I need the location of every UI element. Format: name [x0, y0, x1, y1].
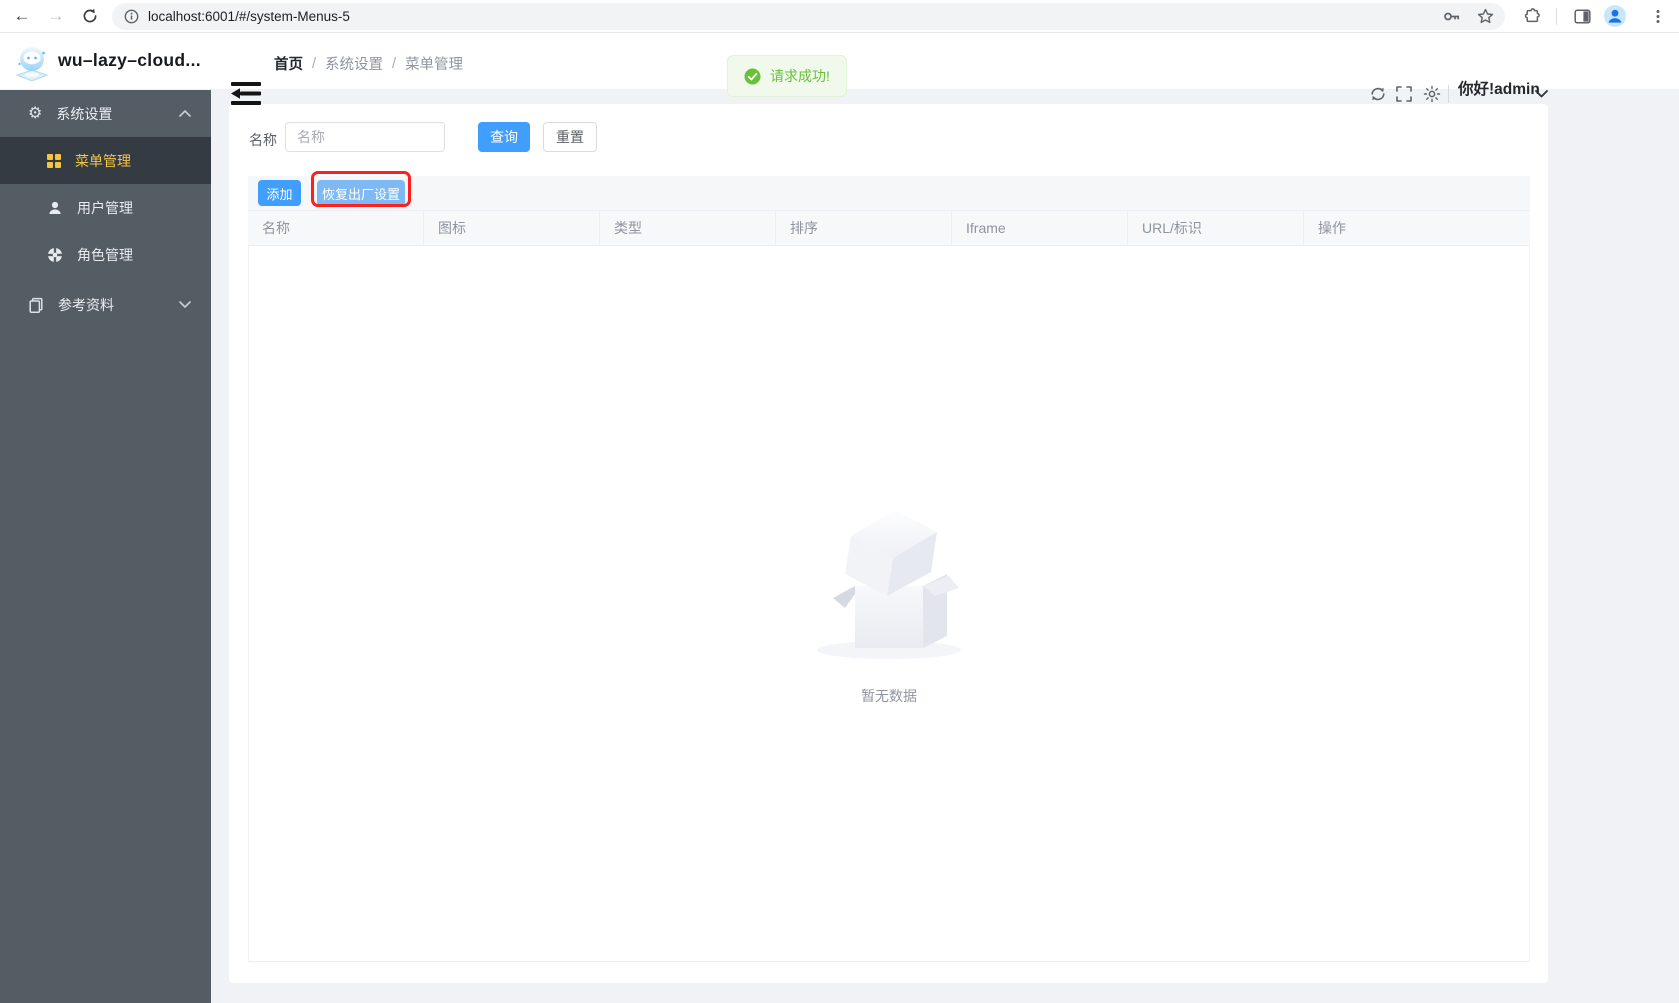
column-header-iframe: Iframe — [952, 211, 1128, 245]
browser-reload-button[interactable] — [78, 4, 102, 28]
sidebar-item-role-management[interactable]: 角色管理 — [0, 231, 211, 278]
sidebar-item-label: 菜单管理 — [75, 152, 131, 169]
extensions-icon[interactable] — [1524, 8, 1541, 25]
user-icon — [49, 201, 61, 214]
breadcrumb-menu-management[interactable]: 菜单管理 — [405, 53, 463, 74]
profile-avatar[interactable] — [1604, 5, 1626, 27]
user-menu[interactable]: 你好!admin — [1458, 77, 1540, 99]
reload-icon — [83, 8, 97, 23]
browser-menu-icon[interactable] — [1650, 8, 1666, 25]
column-header-icon: 图标 — [424, 211, 600, 245]
sidebar-group-reference[interactable]: 参考资料 — [0, 281, 211, 328]
password-key-icon[interactable] — [1443, 8, 1461, 25]
refresh-icon[interactable] — [1369, 85, 1387, 103]
column-header-url: URL/标识 — [1128, 211, 1304, 245]
side-panel-icon[interactable] — [1574, 8, 1591, 25]
empty-state: 暂无数据 — [804, 500, 974, 706]
column-header-name: 名称 — [248, 211, 424, 245]
table-header-row: 名称 图标 类型 排序 Iframe URL/标识 操作 — [248, 210, 1530, 246]
reset-button[interactable]: 重置 — [543, 122, 597, 152]
breadcrumb-home[interactable]: 首页 — [274, 53, 303, 74]
fullscreen-icon[interactable] — [1396, 86, 1412, 102]
table-toolbar: 添加 恢复出厂设置 — [248, 176, 1530, 210]
sidebar-group-label: 系统设置 — [56, 105, 113, 122]
segments-icon — [47, 246, 63, 263]
sidebar: ⚙ 系统设置 菜单管理 用户管理 角色管理 参考资料 — [0, 90, 211, 1003]
app-title: wu–lazy–cloud... — [58, 50, 201, 70]
empty-box-illustration — [817, 510, 961, 659]
sidebar-group-label: 参考资料 — [58, 296, 114, 313]
browser-toolbar: ← → localhost:6001/#/system-Menus-5 — [0, 0, 1679, 33]
user-greeting-text: 你好!admin — [1458, 81, 1540, 98]
address-bar[interactable]: localhost:6001/#/system-Menus-5 — [112, 3, 1505, 30]
toolbar-divider — [1556, 8, 1557, 25]
chevron-down-icon[interactable] — [1535, 90, 1548, 98]
theme-sun-icon[interactable] — [1423, 85, 1441, 103]
sidebar-item-label: 用户管理 — [77, 199, 133, 216]
content-card: 名称 查询 重置 添加 恢复出厂设置 名称 图标 类型 排序 Iframe UR… — [229, 104, 1548, 983]
grid-icon — [47, 153, 61, 168]
sidebar-item-user-management[interactable]: 用户管理 — [0, 184, 211, 231]
empty-text: 暂无数据 — [861, 688, 917, 704]
bookmark-star-icon[interactable] — [1477, 8, 1494, 25]
search-label: 名称 — [249, 132, 277, 148]
factory-reset-button[interactable]: 恢复出厂设置 — [317, 180, 405, 206]
collapse-menu-icon[interactable] — [231, 82, 261, 105]
gear-icon: ⚙ — [28, 104, 43, 122]
toast-message: 请求成功! — [770, 68, 830, 84]
table-body: 暂无数据 — [248, 246, 1530, 962]
column-header-actions: 操作 — [1318, 220, 1346, 236]
documents-icon — [29, 297, 43, 313]
breadcrumb-system-settings[interactable]: 系统设置 — [325, 53, 383, 74]
add-button[interactable]: 添加 — [258, 180, 301, 206]
chevron-down-icon — [179, 301, 191, 308]
breadcrumb-separator: / — [392, 55, 397, 72]
column-header-sort: 排序 — [776, 211, 952, 245]
breadcrumb-separator: / — [312, 55, 317, 72]
sidebar-group-system-settings[interactable]: ⚙ 系统设置 — [0, 90, 211, 137]
sidebar-item-label: 角色管理 — [77, 246, 133, 263]
url-text[interactable]: localhost:6001/#/system-Menus-5 — [148, 3, 350, 30]
column-header-type: 类型 — [600, 211, 776, 245]
success-check-icon — [744, 68, 761, 84]
browser-back-button[interactable]: ← — [10, 4, 34, 28]
header-divider — [1448, 85, 1449, 103]
breadcrumb: 首页 / 系统设置 / 菜单管理 — [274, 53, 463, 74]
info-icon[interactable] — [124, 9, 139, 24]
app-logo — [15, 47, 49, 82]
search-input[interactable] — [285, 122, 445, 152]
person-icon — [1608, 9, 1622, 23]
sidebar-item-menu-management[interactable]: 菜单管理 — [0, 137, 211, 184]
browser-forward-button[interactable]: → — [44, 4, 68, 28]
chevron-up-icon — [179, 110, 191, 117]
success-toast: 请求成功! — [727, 55, 847, 97]
query-button[interactable]: 查询 — [478, 122, 530, 152]
